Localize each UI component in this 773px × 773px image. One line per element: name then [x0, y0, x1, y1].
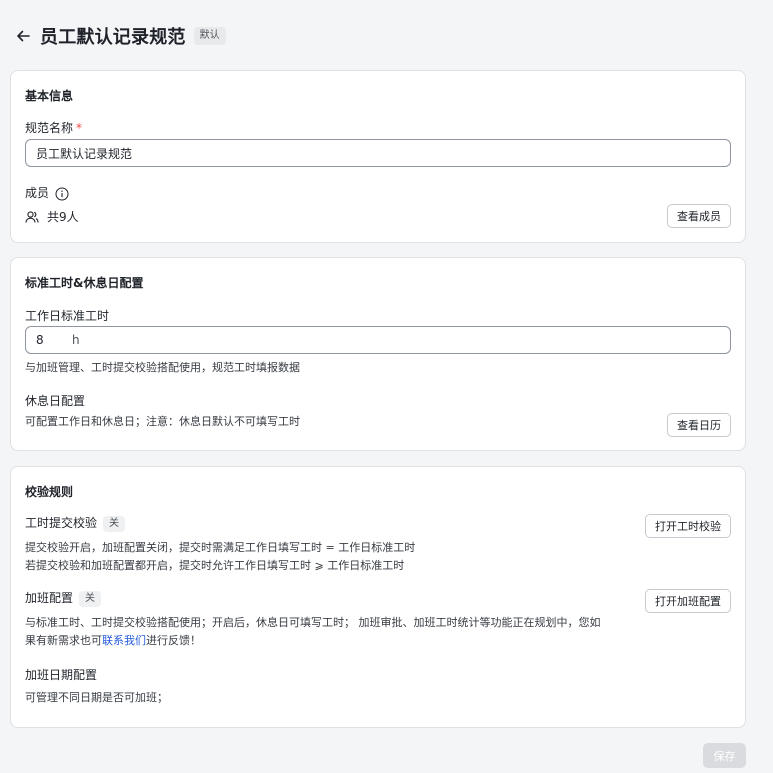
members-label: 成员 — [25, 184, 69, 201]
overtime-date-desc: 可管理不同日期是否可加班； — [25, 691, 168, 704]
rest-day-label: 休息日配置 — [25, 394, 86, 408]
view-calendar-button[interactable]: 查看日历 — [667, 413, 731, 437]
required-mark: * — [76, 121, 83, 135]
overtime-status-badge: 关 — [79, 590, 102, 607]
validation-title: 校验规则 — [25, 485, 74, 499]
page-header: 员工默认记录规范 默认 — [16, 24, 226, 48]
back-arrow-icon[interactable] — [16, 29, 30, 43]
overtime-label: 加班配置关 — [25, 589, 102, 607]
standard-hours-input[interactable] — [25, 326, 731, 354]
hours-unit: h — [72, 333, 80, 347]
basic-info-card: 基本信息 规范名称* 成员 共9人 查看成员 — [10, 70, 746, 243]
rest-day-desc: 可配置工作日和休息日；注意：休息日默认不可填写工时 — [25, 415, 300, 428]
overtime-desc: 与标准工时、工时提交校验搭配使用；开启后，休息日可填写工时； 加班审批、加班工时… — [25, 616, 601, 647]
overtime-date-label: 加班日期配置 — [25, 668, 98, 682]
rule-name-input[interactable] — [25, 139, 731, 167]
page-title: 员工默认记录规范 — [40, 27, 186, 48]
standard-hours-desc: 与加班管理、工时提交校验搭配使用，规范工时填报数据 — [25, 361, 300, 374]
default-badge: 默认 — [193, 27, 226, 45]
submit-validation-label: 工时提交校验关 — [25, 514, 126, 532]
contact-us-link[interactable]: 联系我们 — [102, 634, 146, 647]
validation-card: 校验规则 工时提交校验关 打开工时校验 提交校验开启，加班配置关闭，提交时需满足… — [10, 466, 746, 728]
info-icon[interactable] — [55, 187, 69, 201]
work-hours-card: 标准工时&休息日配置 工作日标准工时 h 与加班管理、工时提交校验搭配使用，规范… — [10, 257, 746, 451]
submit-validation-desc: 提交校验开启，加班配置关闭，提交时需满足工作日填写工时 = 工作日标准工时 若提… — [25, 541, 416, 572]
name-label: 规范名称 * — [25, 121, 83, 135]
view-members-button[interactable]: 查看成员 — [667, 204, 731, 228]
members-count: 共9人 — [47, 210, 79, 224]
work-hours-title: 标准工时&休息日配置 — [25, 276, 144, 290]
standard-hours-label: 工作日标准工时 — [25, 309, 110, 323]
open-overtime-button[interactable]: 打开加班配置 — [645, 589, 731, 613]
submit-status-badge: 关 — [103, 515, 126, 532]
open-submit-validation-button[interactable]: 打开工时校验 — [645, 514, 731, 538]
basic-info-title: 基本信息 — [25, 89, 74, 103]
members-summary: 共9人 — [25, 208, 79, 225]
users-icon — [25, 210, 47, 224]
save-button[interactable]: 保存 — [703, 743, 746, 768]
